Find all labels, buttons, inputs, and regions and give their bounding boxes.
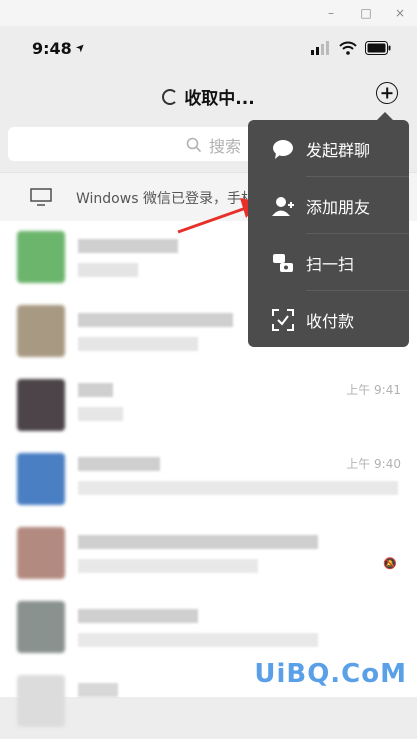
monitor-icon <box>30 188 52 206</box>
blurred-name <box>78 535 318 549</box>
watermark-logo: UiBQ.CoM <box>254 659 407 689</box>
blurred-name <box>78 609 198 623</box>
menu-item-label: 收付款 <box>306 312 355 331</box>
chat-time: 上午 9:40 <box>346 457 401 471</box>
search-placeholder: 搜索 <box>209 137 242 156</box>
menu-item-scan[interactable]: 扫一扫 <box>248 234 409 290</box>
battery-icon <box>365 41 391 55</box>
menu-item-payment[interactable]: 收付款 <box>248 291 409 347</box>
loading-spinner-icon <box>162 89 179 105</box>
blurred-message <box>78 337 198 351</box>
avatar <box>17 231 65 283</box>
close-button[interactable]: × <box>391 4 409 22</box>
avatar <box>17 601 65 653</box>
menu-item-group-chat[interactable]: 发起群聊 <box>248 120 409 176</box>
menu-item-label: 扫一扫 <box>306 255 355 274</box>
avatar <box>17 675 65 727</box>
blurred-name <box>78 313 233 327</box>
page-title-text: 收取中... <box>184 89 255 109</box>
scan-icon <box>273 254 293 272</box>
blurred-name <box>78 457 160 471</box>
blurred-message <box>78 481 398 495</box>
blurred-message <box>78 633 318 647</box>
status-time: 9:48 <box>32 39 72 58</box>
chat-time: 上午 9:41 <box>346 383 401 397</box>
avatar <box>17 453 65 505</box>
blurred-name <box>78 383 113 397</box>
wifi-icon <box>339 41 357 55</box>
chat-row[interactable]: 上午 9:41 <box>0 369 417 443</box>
avatar <box>17 527 65 579</box>
blurred-message <box>78 407 123 421</box>
payment-icon <box>272 309 294 331</box>
add-menu-button[interactable] <box>376 82 398 104</box>
avatar <box>17 305 65 357</box>
menu-item-label: 发起群聊 <box>306 141 371 160</box>
chat-row[interactable]: 🔕 <box>0 517 417 591</box>
blurred-name <box>78 683 118 697</box>
avatar <box>17 379 65 431</box>
blurred-message <box>78 263 138 277</box>
blurred-message <box>78 559 258 573</box>
location-arrow-icon: ➤ <box>72 39 89 56</box>
menu-item-add-friend[interactable]: 添加朋友 <box>248 177 409 233</box>
blurred-name <box>78 239 178 253</box>
minimize-button[interactable]: – <box>322 4 340 22</box>
add-popup-menu: 发起群聊 添加朋友 扫一扫 收付款 <box>248 112 409 347</box>
status-bar: 9:48 ➤ <box>0 26 417 72</box>
menu-item-label: 添加朋友 <box>306 198 371 217</box>
page-title: 收取中... <box>0 84 417 109</box>
add-friend-icon <box>272 197 294 216</box>
mute-icon: 🔕 <box>383 557 397 570</box>
maximize-button[interactable]: □ <box>357 4 375 22</box>
chat-row[interactable] <box>0 591 417 665</box>
search-icon <box>186 137 202 153</box>
status-icons <box>311 41 391 55</box>
chat-row[interactable]: 上午 9:40 <box>0 443 417 517</box>
signal-icon <box>311 41 329 55</box>
chat-bubble-icon <box>273 140 293 159</box>
window-title-bar: – □ × <box>0 0 417 26</box>
navbar: 收取中... <box>0 72 417 122</box>
